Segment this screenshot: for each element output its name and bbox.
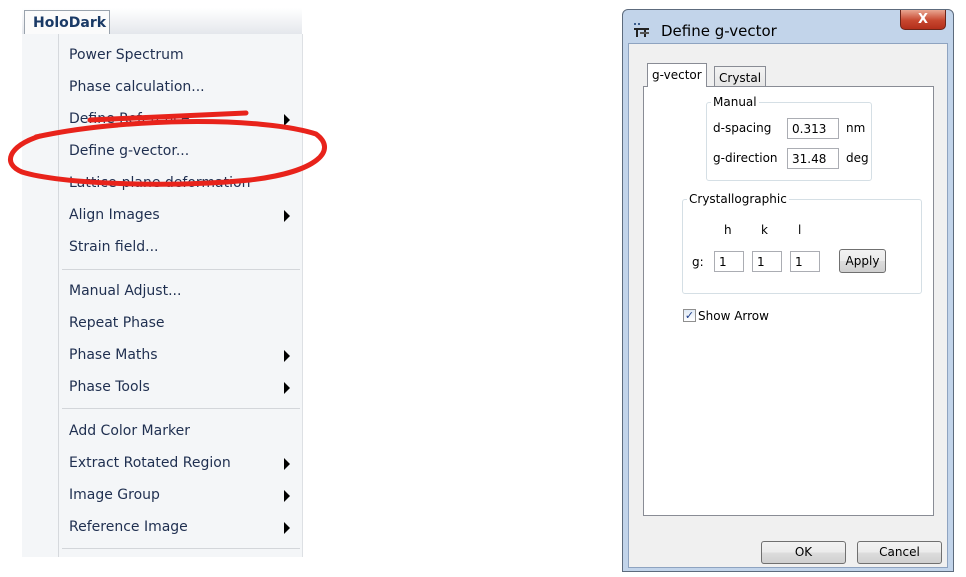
red-annotation-overlay	[8, 110, 327, 187]
menu-item-manual-adjust[interactable]: Manual Adjust...	[22, 278, 302, 306]
highlight-ellipse	[8, 119, 327, 187]
apply-button[interactable]: Apply	[839, 249, 886, 273]
menu-separator	[62, 548, 300, 549]
define-g-vector-dialog: Define g-vector X g-vector Crystal Manua…	[622, 9, 954, 572]
cancel-button[interactable]: Cancel	[857, 541, 942, 564]
k-column-label: k	[761, 223, 768, 237]
menu-item-label: Extract Rotated Region	[69, 455, 231, 471]
d-spacing-unit: nm	[846, 121, 866, 135]
g-label: g:	[692, 255, 704, 269]
submenu-arrow-icon	[284, 382, 290, 394]
d-spacing-input[interactable]: 0.313	[787, 118, 839, 139]
menu-item-label: Align Images	[69, 207, 160, 223]
submenu-arrow-icon	[284, 458, 290, 470]
submenu-arrow-icon	[284, 350, 290, 362]
d-spacing-label: d-spacing	[713, 121, 772, 135]
submenu-arrow-icon	[284, 490, 290, 502]
menu-item-reference-image[interactable]: Reference Image	[22, 514, 302, 542]
g-direction-label: g-direction	[713, 151, 778, 165]
menu-item-label: Image Group	[69, 487, 160, 503]
menu-item-strain-field[interactable]: Strain field...	[22, 234, 302, 262]
menu-separator	[62, 269, 300, 270]
close-button[interactable]: X	[900, 10, 946, 30]
dialog-titlebar[interactable]: Define g-vector X	[623, 10, 953, 44]
crystallographic-group-legend: Crystallographic	[689, 192, 787, 206]
menu-item-label: Add Color Marker	[69, 423, 190, 439]
menu-item-label: Manual Adjust...	[69, 283, 182, 299]
menu-item-image-group[interactable]: Image Group	[22, 482, 302, 510]
dialog-client-area: g-vector Crystal Manual d-spacing 0.313 …	[628, 43, 948, 568]
submenu-arrow-icon	[284, 522, 290, 534]
menu-item-label: Phase Maths	[69, 347, 158, 363]
h-column-label: h	[724, 223, 732, 237]
menu-item-label: Strain field...	[69, 239, 159, 255]
submenu-arrow-icon	[284, 210, 290, 222]
h-index-input[interactable]: 1	[714, 251, 744, 272]
tab-crystal[interactable]: Crystal	[714, 66, 767, 88]
menu-item-repeat-phase[interactable]: Repeat Phase	[22, 310, 302, 338]
close-icon: X	[917, 12, 929, 27]
l-column-label: l	[798, 223, 802, 237]
checkmark-icon: ✓	[684, 309, 695, 322]
menu-item-extract-rotated-region[interactable]: Extract Rotated Region	[22, 450, 302, 478]
l-index-input[interactable]: 1	[790, 251, 820, 272]
k-index-input[interactable]: 1	[752, 251, 782, 272]
menu-item-phase-tools[interactable]: Phase Tools	[22, 374, 302, 402]
menu-item-label: Reference Image	[69, 519, 188, 535]
app-icon	[634, 23, 649, 37]
menu-item-align-images[interactable]: Align Images	[22, 202, 302, 230]
menu-item-phase-maths[interactable]: Phase Maths	[22, 342, 302, 370]
menu-separator	[62, 408, 300, 409]
ok-button[interactable]: OK	[761, 541, 846, 564]
dialog-title: Define g-vector	[661, 22, 777, 40]
g-direction-input[interactable]: 31.48	[787, 148, 839, 169]
tab-g-vector[interactable]: g-vector	[647, 63, 707, 87]
menu-item-add-color-marker[interactable]: Add Color Marker	[22, 418, 302, 446]
show-arrow-label[interactable]: Show Arrow	[698, 309, 769, 323]
show-arrow-checkbox[interactable]: ✓	[683, 309, 696, 322]
manual-group-legend: Manual	[713, 95, 757, 109]
menu-item-label: Repeat Phase	[69, 315, 165, 331]
g-direction-unit: deg	[846, 151, 869, 165]
g-vector-tab-panel: Manual d-spacing 0.313 nm g-direction 31…	[643, 86, 934, 516]
crystallographic-group: Crystallographic	[682, 192, 922, 294]
menu-item-label: Phase Tools	[69, 379, 150, 395]
strike-through-mark	[87, 110, 249, 123]
